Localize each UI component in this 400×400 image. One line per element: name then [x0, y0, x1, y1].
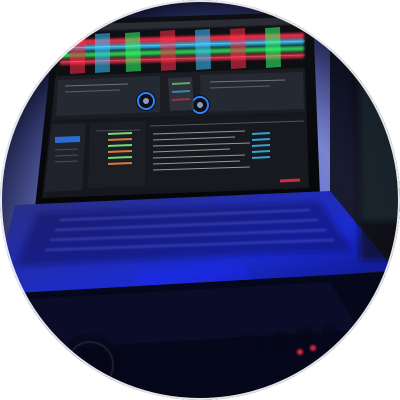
photo: [0, 0, 400, 400]
photo-contents: [0, 0, 400, 400]
status-light: [297, 349, 303, 355]
laptop-screen: [42, 17, 309, 198]
deck-panels: [52, 70, 305, 120]
library-browser: [42, 112, 309, 198]
deck-left-knob: [136, 91, 156, 111]
waveform-area: [57, 25, 306, 76]
photo-frame: [0, 0, 400, 400]
